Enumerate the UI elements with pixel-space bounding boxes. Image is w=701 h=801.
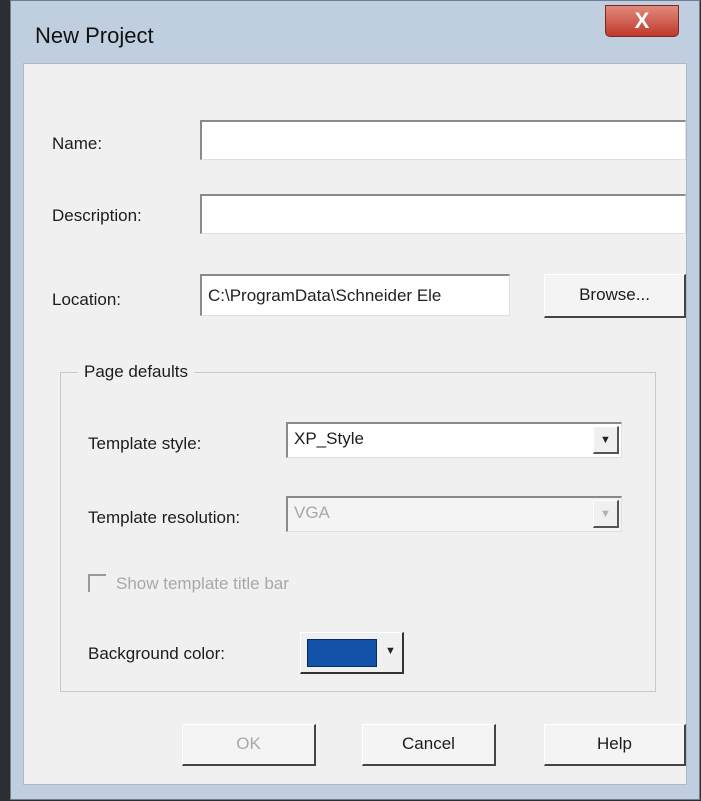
color-swatch — [307, 639, 377, 667]
title-bar[interactable]: New Project X — [11, 1, 699, 59]
location-label: Location: — [52, 290, 121, 309]
template-style-value: XP_Style — [294, 429, 364, 448]
description-input[interactable] — [200, 194, 686, 234]
chevron-down-icon[interactable]: ▼ — [385, 645, 396, 657]
chevron-down-icon[interactable]: ▼ — [593, 500, 619, 528]
template-style-label: Template style: — [88, 434, 202, 453]
description-label: Description: — [52, 206, 142, 225]
new-project-dialog: New Project X Name: Description: Locatio… — [10, 0, 700, 800]
template-resolution-select[interactable]: VGA ▼ — [286, 496, 622, 532]
close-icon: X — [634, 8, 650, 33]
page-defaults-legend: Page defaults — [78, 362, 194, 382]
template-style-select[interactable]: XP_Style ▼ — [286, 422, 622, 458]
name-input[interactable] — [200, 120, 686, 160]
template-resolution-label: Template resolution: — [88, 508, 241, 527]
background-color-picker[interactable]: ▼ — [300, 632, 404, 674]
name-label: Name: — [52, 134, 103, 153]
ok-button[interactable]: OK — [182, 724, 316, 766]
location-input[interactable] — [200, 274, 510, 316]
help-button[interactable]: Help — [544, 724, 686, 766]
dialog-body: Name: Description: Location: Browse... P… — [23, 63, 687, 785]
close-button[interactable]: X — [605, 5, 679, 37]
show-title-bar-label: Show template title bar — [116, 574, 289, 593]
background-color-label: Background color: — [88, 644, 226, 663]
dialog-title: New Project — [35, 23, 154, 48]
chevron-down-icon[interactable]: ▼ — [593, 426, 619, 454]
cancel-button[interactable]: Cancel — [362, 724, 496, 766]
template-resolution-value: VGA — [294, 503, 330, 522]
browse-button[interactable]: Browse... — [544, 274, 686, 318]
show-title-bar-checkbox[interactable] — [88, 574, 106, 592]
